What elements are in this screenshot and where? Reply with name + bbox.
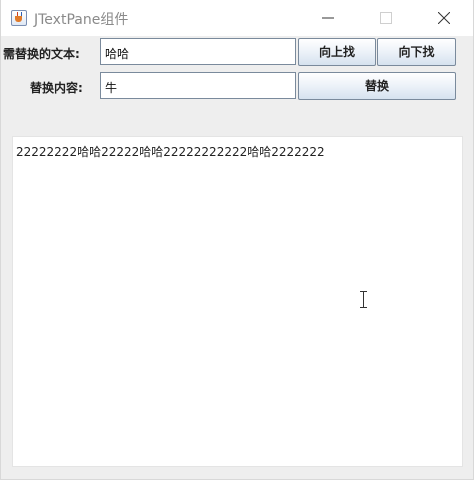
search-text-label: 需替换的文本: <box>3 47 80 61</box>
replace-button[interactable]: 替换 <box>298 72 456 100</box>
text-pane-content: 22222222哈哈22222哈哈22222222222哈哈2222222 <box>16 145 325 159</box>
close-button[interactable] <box>421 0 467 36</box>
find-up-button[interactable]: 向上找 <box>298 38 376 66</box>
replace-text-label: 替换内容: <box>30 81 83 95</box>
text-pane[interactable]: 22222222哈哈22222哈哈22222222222哈哈2222222 <box>12 136 463 467</box>
replace-text-field[interactable]: 牛 <box>100 72 296 99</box>
window-title: JTextPane组件 <box>34 12 129 28</box>
minimize-icon <box>322 17 334 19</box>
app-window: JTextPane组件 需替换的文本: 哈哈 向上找 向下找 替换内容: 牛 替… <box>0 0 474 480</box>
find-down-button[interactable]: 向下找 <box>377 38 456 66</box>
java-cup-icon <box>11 10 27 26</box>
title-bar[interactable]: JTextPane组件 <box>1 0 473 36</box>
maximize-icon <box>380 12 392 24</box>
search-text-field[interactable]: 哈哈 <box>100 38 296 65</box>
maximize-button[interactable] <box>363 0 409 36</box>
minimize-button[interactable] <box>305 0 351 36</box>
ibeam-cursor-icon <box>360 291 367 308</box>
close-icon <box>438 12 450 24</box>
